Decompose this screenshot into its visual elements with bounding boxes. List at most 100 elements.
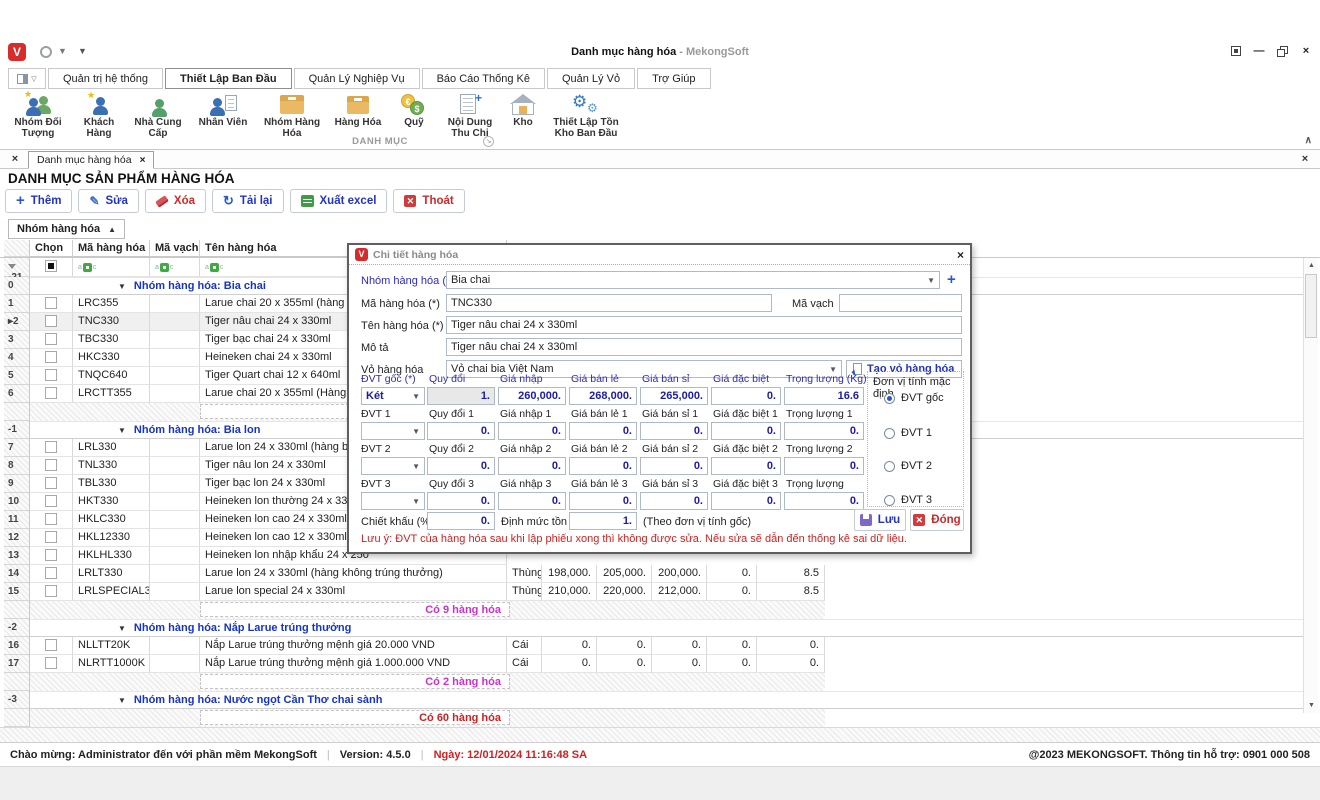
vertical-scrollbar[interactable]: ▲ ▼ <box>1303 258 1318 713</box>
row-checkbox[interactable] <box>45 657 57 669</box>
toolbar-button-5[interactable]: ✕Thoát <box>393 189 464 213</box>
ribbon-item-9[interactable]: ⚙⚙Thiết Lập Tồn Kho Ban Đầu <box>544 90 628 140</box>
collapse-triangle-icon[interactable]: ▼ <box>118 696 126 705</box>
unit-combo-0[interactable]: Két▼ <box>361 387 425 405</box>
unit-combo-3[interactable]: ▼ <box>361 492 425 510</box>
close-dialog-button[interactable]: ✕ Đóng <box>910 509 964 531</box>
stock-norm-input[interactable]: 1. <box>569 512 637 530</box>
name-input[interactable]: Tiger nâu chai 24 x 330ml <box>446 316 962 334</box>
row-checkbox[interactable] <box>45 585 57 597</box>
scroll-down-icon[interactable]: ▼ <box>1305 699 1318 712</box>
barcode-input[interactable] <box>839 294 962 312</box>
unit-value-input-2-3[interactable]: 0. <box>640 457 708 475</box>
group-row-content[interactable]: ▼Nhóm hàng hóa: Nước ngọt Cần Thơ chai s… <box>30 691 1303 709</box>
filter-abc-icon[interactable]: ac <box>78 263 96 272</box>
ribbon-item-3[interactable]: Nhân Viên <box>188 90 258 130</box>
description-input[interactable]: Tiger nâu chai 24 x 330ml <box>446 338 962 356</box>
scroll-up-icon[interactable]: ▲ <box>1305 259 1318 272</box>
toolbar-button-3[interactable]: ↻Tải lại <box>212 189 284 213</box>
column-header-1[interactable]: Mã hàng hóa <box>73 240 150 257</box>
ribbon-tab-4[interactable]: Quản Lý Vỏ <box>547 68 635 89</box>
radio-icon[interactable] <box>884 461 895 472</box>
unit-value-input-3-0[interactable]: 0. <box>427 492 495 510</box>
collapse-triangle-icon[interactable]: ▼ <box>118 426 126 435</box>
ribbon-tab-2[interactable]: Quản Lý Nghiệp Vụ <box>294 68 420 89</box>
row-checkbox[interactable] <box>45 315 57 327</box>
select-all-checkbox[interactable] <box>45 260 57 272</box>
ribbon-item-6[interactable]: €$Quỹ <box>390 90 438 130</box>
unit-value-input-3-1[interactable]: 0. <box>498 492 566 510</box>
radio-icon[interactable] <box>884 495 895 506</box>
group-combo[interactable]: Bia chai ▼ <box>446 271 940 289</box>
collapse-triangle-icon[interactable]: ▼ <box>118 624 126 633</box>
restore-icon[interactable] <box>1277 46 1288 57</box>
row-checkbox[interactable] <box>45 477 57 489</box>
close-tab-icon[interactable]: × <box>140 155 146 166</box>
combo-arrow-icon[interactable]: ▼ <box>927 276 935 285</box>
unit-value-input-3-3[interactable]: 0. <box>640 492 708 510</box>
row-checkbox[interactable] <box>45 567 57 579</box>
ribbon-tab-5[interactable]: Trợ Giúp <box>637 68 710 89</box>
ribbon-item-1[interactable]: ★Khách Hàng <box>70 90 128 140</box>
row-checkbox[interactable] <box>45 495 57 507</box>
table-row[interactable]: 15LRLSPECIAL330Larue lon special 24 x 33… <box>0 583 1320 601</box>
row-checkbox[interactable] <box>45 333 57 345</box>
row-checkbox[interactable] <box>45 297 57 309</box>
unit-value-input-2-1[interactable]: 0. <box>498 457 566 475</box>
unit-value-input-1-4[interactable]: 0. <box>711 422 781 440</box>
unit-value-input-0-3[interactable]: 265,000. <box>640 387 708 405</box>
unit-value-input-1-0[interactable]: 0. <box>427 422 495 440</box>
ribbon-item-0[interactable]: ★Nhóm Đối Tượng <box>6 90 70 140</box>
add-group-icon[interactable]: + <box>947 271 956 288</box>
column-header-2[interactable]: Mã vạch <box>150 240 200 257</box>
combo-arrow-icon[interactable]: ▼ <box>412 462 420 471</box>
ribbon-item-2[interactable]: Nhà Cung Cấp <box>128 90 188 140</box>
unit-value-input-2-4[interactable]: 0. <box>711 457 781 475</box>
combo-arrow-icon[interactable]: ▼ <box>412 392 420 401</box>
ribbon-item-7[interactable]: +Nội Dung Thu Chi <box>438 90 502 140</box>
ribbon-item-4[interactable]: Nhóm Hàng Hóa <box>258 90 326 140</box>
row-checkbox[interactable] <box>45 351 57 363</box>
row-checkbox[interactable] <box>45 513 57 525</box>
unit-value-input-1-5[interactable]: 0. <box>784 422 864 440</box>
unit-value-input-0-4[interactable]: 0. <box>711 387 781 405</box>
column-header-0[interactable]: Chọn <box>30 240 73 257</box>
row-checkbox[interactable] <box>45 639 57 651</box>
default-unit-radio-0[interactable]: ĐVT gốc <box>884 392 944 404</box>
radio-icon[interactable] <box>884 393 895 404</box>
unit-value-input-2-0[interactable]: 0. <box>427 457 495 475</box>
row-checkbox[interactable] <box>45 549 57 561</box>
table-row[interactable]: 14LRLT330Larue lon 24 x 330ml (hàng khôn… <box>0 565 1320 583</box>
table-row[interactable]: 16NLLTT20KNắp Larue trúng thưởng mệnh gi… <box>0 637 1320 655</box>
unit-value-input-3-4[interactable]: 0. <box>711 492 781 510</box>
row-checkbox[interactable] <box>45 441 57 453</box>
toolbar-button-4[interactable]: Xuất excel <box>290 189 388 213</box>
unit-combo-1[interactable]: ▼ <box>361 422 425 440</box>
collapse-triangle-icon[interactable]: ▼ <box>118 282 126 291</box>
discount-input[interactable]: 0. <box>427 512 495 530</box>
scrollbar-thumb[interactable] <box>1305 274 1317 338</box>
toolbar-button-1[interactable]: ✎Sửa <box>78 189 138 213</box>
unit-value-input-0-1[interactable]: 260,000. <box>498 387 566 405</box>
unit-value-input-1-1[interactable]: 0. <box>498 422 566 440</box>
window-menu-button[interactable]: ▽ <box>8 68 46 89</box>
default-unit-radio-2[interactable]: ĐVT 2 <box>884 460 932 472</box>
unit-value-input-3-5[interactable]: 0. <box>784 492 864 510</box>
close-all-tabs-icon[interactable]: × <box>8 153 22 167</box>
default-unit-radio-3[interactable]: ĐVT 3 <box>884 494 932 506</box>
row-checkbox[interactable] <box>45 369 57 381</box>
table-row[interactable]: 17NLRTT1000KNắp Larue trúng thưởng mệnh … <box>0 655 1320 673</box>
combo-arrow-icon[interactable]: ▼ <box>412 497 420 506</box>
tab-danh-muc-hang-hoa[interactable]: Danh mục hàng hóa × <box>28 151 154 169</box>
filter-abc-icon[interactable]: ac <box>205 263 223 272</box>
unit-value-input-1-3[interactable]: 0. <box>640 422 708 440</box>
dialog-close-icon[interactable]: × <box>957 248 964 262</box>
ribbon-item-5[interactable]: Hàng Hóa <box>326 90 390 130</box>
group-dialog-launcher-icon[interactable]: ↘ <box>483 136 494 147</box>
group-row-content[interactable]: ▼Nhóm hàng hóa: Nắp Larue trúng thưởng <box>30 619 1303 637</box>
save-button[interactable]: Lưu <box>854 509 906 531</box>
minimize-icon[interactable]: — <box>1253 45 1265 57</box>
unit-value-input-0-2[interactable]: 268,000. <box>569 387 637 405</box>
ribbon-item-8[interactable]: Kho <box>502 90 544 130</box>
ribbon-collapse-icon[interactable]: ∧ <box>1305 135 1312 146</box>
